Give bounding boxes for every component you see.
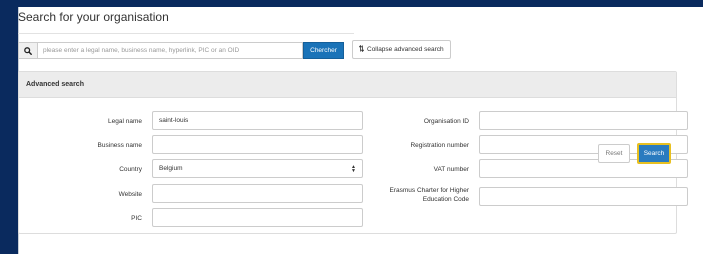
collapse-advanced-search-button[interactable]: Collapse advanced search <box>352 40 451 59</box>
pic-field[interactable] <box>152 208 363 227</box>
website-field[interactable] <box>152 184 363 203</box>
search-input[interactable] <box>37 42 303 59</box>
advanced-search-heading: Advanced search <box>19 72 676 98</box>
search-icon <box>18 42 37 59</box>
search-bar: Chercher <box>18 42 344 59</box>
legal-name-field[interactable] <box>152 111 363 130</box>
chercher-button[interactable]: Chercher <box>303 42 344 59</box>
country-label: Country <box>119 166 142 173</box>
organisation-id-field[interactable] <box>479 111 688 130</box>
erasmus-code-field[interactable] <box>479 187 688 206</box>
erasmus-code-label-line2: Education Code <box>422 196 469 203</box>
erasmus-code-label: Erasmus Charter for Higher Education Cod… <box>370 186 469 204</box>
country-select[interactable]: Belgium ▲ ▼ <box>152 159 363 178</box>
country-selected-value: Belgium <box>159 165 183 172</box>
vat-number-label: VAT number <box>433 166 469 173</box>
sort-arrows-icon <box>358 44 365 54</box>
reset-button[interactable]: Reset <box>598 144 630 163</box>
pic-label: PIC <box>131 215 142 222</box>
legal-name-label: Legal name <box>108 118 142 125</box>
erasmus-code-label-line1: Erasmus Charter for Higher <box>389 187 469 194</box>
website-label: Website <box>118 191 142 198</box>
collapse-label: Collapse advanced search <box>367 46 444 53</box>
select-arrows-icon: ▲ ▼ <box>351 163 356 174</box>
organisation-id-label: Organisation ID <box>423 118 469 125</box>
search-button[interactable]: Search <box>637 143 671 164</box>
page-title: Search for your organisation <box>18 10 169 24</box>
title-divider <box>18 33 354 34</box>
business-name-label: Business name <box>97 142 142 149</box>
registration-number-label: Registration number <box>410 142 469 149</box>
business-name-field[interactable] <box>152 135 363 154</box>
